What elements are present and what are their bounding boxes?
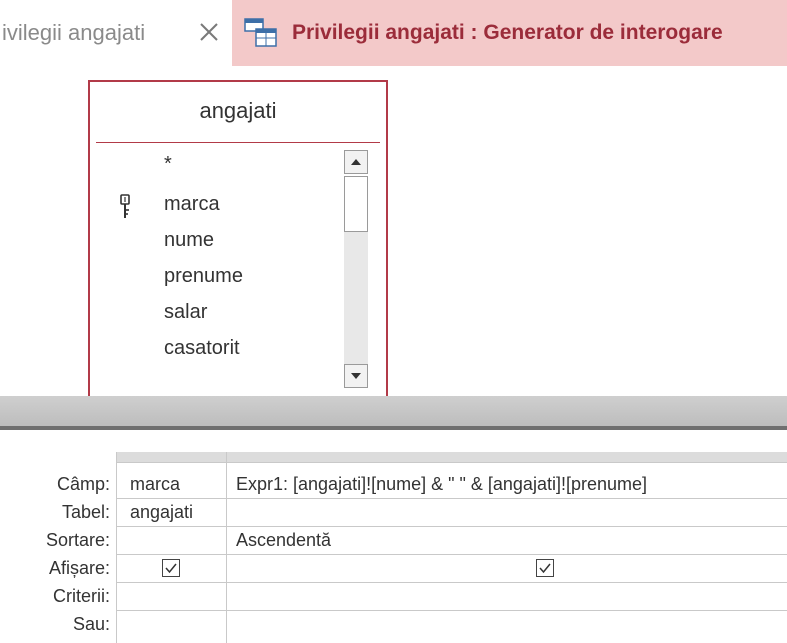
query-design-surface[interactable]: angajati * marca nume prenume salar casa… [0,66,787,402]
tab-label: ivilegii angajati [2,20,146,45]
primary-key-icon [120,194,130,218]
field-casatorit[interactable]: casatorit [164,330,240,366]
grid-line [116,498,787,499]
grid-line [116,526,787,527]
field-salar[interactable]: salar [164,294,207,330]
row-label-criterii: Criterii: [53,586,110,606]
tab-label: Privilegii angajati : Generator de inter… [292,21,723,44]
cell-camp-2[interactable]: Expr1: [angajati]![nume] & " " & [angaja… [236,470,647,498]
arrow-down-icon [351,373,361,379]
checkmark-icon [165,563,177,574]
document-tab-bar: ivilegii angajati Privilegii angajati : … [0,0,787,66]
scrollbar-thumb[interactable] [344,176,368,232]
grid-line [116,582,787,583]
close-icon[interactable] [196,19,222,45]
grid-line [116,554,787,555]
row-label-afisare: Afișare: [48,558,110,578]
row-label-sau: Sau: [72,614,110,634]
tab-privilegii-angajati[interactable]: ivilegii angajati [0,0,228,66]
grid-line [116,610,787,611]
column-selector[interactable] [117,452,227,463]
field-list-scrollbar[interactable] [344,150,370,392]
scroll-up-button[interactable] [344,150,368,174]
cell-tabel-1[interactable]: angajati [130,498,193,526]
show-checkbox-2[interactable] [536,559,554,577]
field-all[interactable]: * [164,146,172,182]
query-design-grid: Câmp: Tabel: Sortare: Afișare: Criterii:… [0,430,787,643]
cell-sortare-2[interactable]: Ascendentă [236,526,331,554]
table-title: angajati [199,98,277,123]
field-nume[interactable]: nume [164,222,214,258]
row-label-sortare: Sortare: [45,530,110,550]
field-marca[interactable]: marca [164,186,220,222]
row-label-camp: Câmp: [56,474,110,494]
field-prenume[interactable]: prenume [164,258,243,294]
checkmark-icon [539,563,551,574]
show-checkbox-1[interactable] [162,559,180,577]
tab-query-designer[interactable]: Privilegii angajati : Generator de inter… [232,0,787,66]
query-design-icon [244,18,277,47]
column-selector[interactable] [227,452,787,463]
cell-camp-1[interactable]: marca [130,470,180,498]
table-field-list-angajati[interactable]: angajati * marca nume prenume salar casa… [88,80,388,402]
arrow-up-icon [351,159,361,165]
row-label-tabel: Tabel: [61,502,110,522]
pane-splitter[interactable] [0,396,787,426]
scroll-down-button[interactable] [344,364,368,388]
divider [96,142,380,143]
